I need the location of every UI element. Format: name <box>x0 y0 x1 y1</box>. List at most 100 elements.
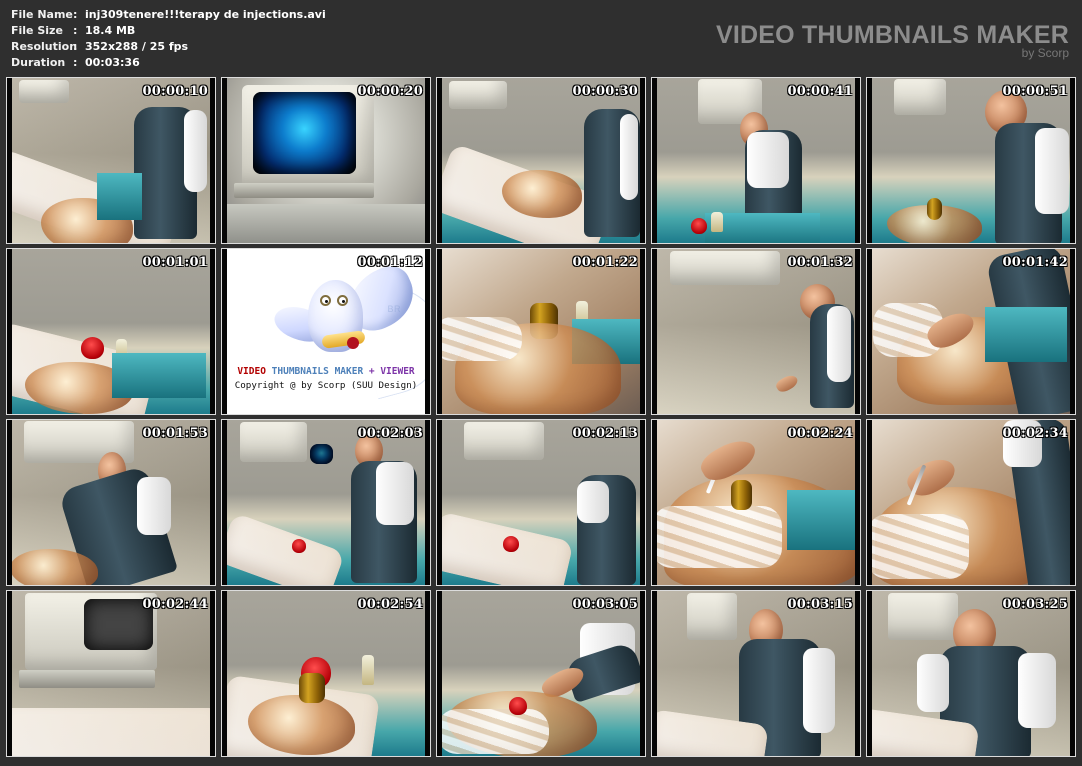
timestamp-label: 00:02:34 <box>1002 426 1068 441</box>
seal-icon <box>347 337 359 349</box>
video-thumbnail-sheet: File Name : inj309tenere!!!terapy de inj… <box>0 0 1082 766</box>
timestamp-label: 00:03:05 <box>572 597 638 612</box>
ultrasound-screen <box>253 92 356 174</box>
thumbnail-00-01-32[interactable]: 00:01:32 <box>651 248 861 415</box>
thumbnail-00-01-22[interactable]: 00:01:22 <box>436 248 646 415</box>
owl-eye <box>337 295 348 306</box>
timestamp-label: 00:03:25 <box>1002 597 1068 612</box>
timestamp-label: 00:02:54 <box>357 597 423 612</box>
monitor-icon <box>240 422 307 462</box>
doctor-shirt <box>577 481 609 523</box>
video-frame <box>222 420 430 585</box>
video-frame <box>652 420 860 585</box>
owl-eye <box>320 295 331 306</box>
logo-faint-text: BR <box>387 304 401 314</box>
thumbnail-00-00-51[interactable]: 00:00:51 <box>866 77 1076 244</box>
duration-label: Duration <box>11 56 66 69</box>
monitor-icon <box>894 79 946 115</box>
doctor-shirt <box>917 654 949 712</box>
monitor-icon <box>687 593 737 640</box>
video-frame <box>867 249 1075 414</box>
monitor-base <box>234 183 374 198</box>
timestamp-label: 00:00:10 <box>142 84 208 99</box>
logo-frame: BR VIDEO THUMBNAILS MAKER + VIEWER Copyr… <box>222 249 430 414</box>
doctor-shirt <box>137 477 171 535</box>
thumbnail-00-01-01[interactable]: 00:01:01 <box>6 248 216 415</box>
sheet-shape <box>652 506 782 568</box>
red-cup <box>503 536 519 552</box>
timestamp-label: 00:02:03 <box>357 426 423 441</box>
thumbnail-00-03-05[interactable]: 00:03:05 <box>436 590 646 757</box>
treatment-table <box>787 490 860 550</box>
red-cup <box>691 218 707 234</box>
treatment-table <box>97 173 142 220</box>
timestamp-label: 00:02:44 <box>142 597 208 612</box>
brand-watermark: VIDEO THUMBNAILS MAKER by Scorp <box>716 22 1069 59</box>
small-monitor-screen <box>310 444 333 464</box>
thumbnail-00-01-53[interactable]: 00:01:53 <box>6 419 216 586</box>
thumbnail-00-02-34[interactable]: 00:02:34 <box>866 419 1076 586</box>
thumbnail-00-02-03[interactable]: 00:02:03 <box>221 419 431 586</box>
timestamp-label: 00:00:51 <box>1002 84 1068 99</box>
thumbnail-00-00-30[interactable]: 00:00:30 <box>436 77 646 244</box>
logo-copyright: Copyright @ by Scorp (SUU Design) <box>234 380 418 391</box>
thumbnail-00-01-42[interactable]: 00:01:42 <box>866 248 1076 415</box>
thumbnail-00-03-15[interactable]: 00:03:15 <box>651 590 861 757</box>
duration-value: 00:03:36 <box>85 56 140 69</box>
thumbnail-00-02-54[interactable]: 00:02:54 <box>221 590 431 757</box>
doctor-shirt <box>747 132 789 188</box>
timestamp-label: 00:00:30 <box>572 84 638 99</box>
logo-title-viewer: + VIEWER <box>363 366 415 377</box>
thumbnail-00-02-44[interactable]: 00:02:44 <box>6 590 216 757</box>
thumbnail-00-02-24[interactable]: 00:02:24 <box>651 419 861 586</box>
doctor-shirt <box>620 114 638 200</box>
logo-caption: VIDEO THUMBNAILS MAKER + VIEWER Copyrigh… <box>222 365 430 393</box>
timestamp-label: 00:01:42 <box>1002 255 1068 270</box>
thumbnail-00-00-41[interactable]: 00:00:41 <box>651 77 861 244</box>
video-frame <box>7 249 215 414</box>
thumbnail-00-00-10[interactable]: 00:00:10 <box>6 77 216 244</box>
resolution-separator: : <box>73 40 78 53</box>
brand-title: VIDEO THUMBNAILS MAKER <box>715 21 1069 49</box>
thumbnail-00-03-25[interactable]: 00:03:25 <box>866 590 1076 757</box>
thumbnail-00-01-12[interactable]: BR VIDEO THUMBNAILS MAKER + VIEWER Copyr… <box>221 248 431 415</box>
monitor-icon <box>888 593 958 640</box>
thumbnail-00-00-20[interactable]: 00:00:20 <box>221 77 431 244</box>
video-frame <box>867 78 1075 243</box>
file-name-separator: : <box>73 8 78 21</box>
timestamp-label: 00:00:20 <box>357 84 423 99</box>
resolution-row: Resolution : 352x288 / 25 fps <box>11 39 326 55</box>
file-size-separator: : <box>73 24 78 37</box>
timestamp-label: 00:01:12 <box>357 255 423 270</box>
video-frame <box>652 591 860 756</box>
video-frame <box>652 78 860 243</box>
gold-jar <box>731 480 752 510</box>
timestamp-label: 00:01:53 <box>142 426 208 441</box>
resolution-value: 352x288 / 25 fps <box>85 40 189 53</box>
thumbnail-00-02-13[interactable]: 00:02:13 <box>436 419 646 586</box>
bed-shape <box>7 708 215 756</box>
video-frame <box>652 249 860 414</box>
video-frame <box>437 591 645 756</box>
video-frame <box>222 591 430 756</box>
video-frame <box>222 78 430 243</box>
sheet-shape <box>867 514 969 579</box>
file-name-value: inj309tenere!!!terapy de injections.avi <box>85 8 326 21</box>
gold-jar <box>299 673 325 703</box>
timestamp-label: 00:01:22 <box>572 255 638 270</box>
doctor-shirt <box>827 306 851 382</box>
sheet-shape <box>437 317 522 361</box>
hand-shape <box>774 372 800 395</box>
red-cup <box>292 539 306 553</box>
monitor-icon <box>464 422 544 460</box>
treatment-table <box>112 353 206 398</box>
timestamp-label: 00:01:01 <box>142 255 208 270</box>
owl-icon: BR <box>267 259 430 400</box>
sheet-header: File Name : inj309tenere!!!terapy de inj… <box>0 0 1082 74</box>
file-size-value: 18.4 MB <box>85 24 136 37</box>
logo-title-thumbnails: THUMBNAILS MAKER <box>265 366 364 377</box>
red-cup <box>81 337 104 359</box>
timestamp-label: 00:03:15 <box>787 597 853 612</box>
doctor-shirt <box>803 648 835 733</box>
red-cup <box>509 697 527 715</box>
